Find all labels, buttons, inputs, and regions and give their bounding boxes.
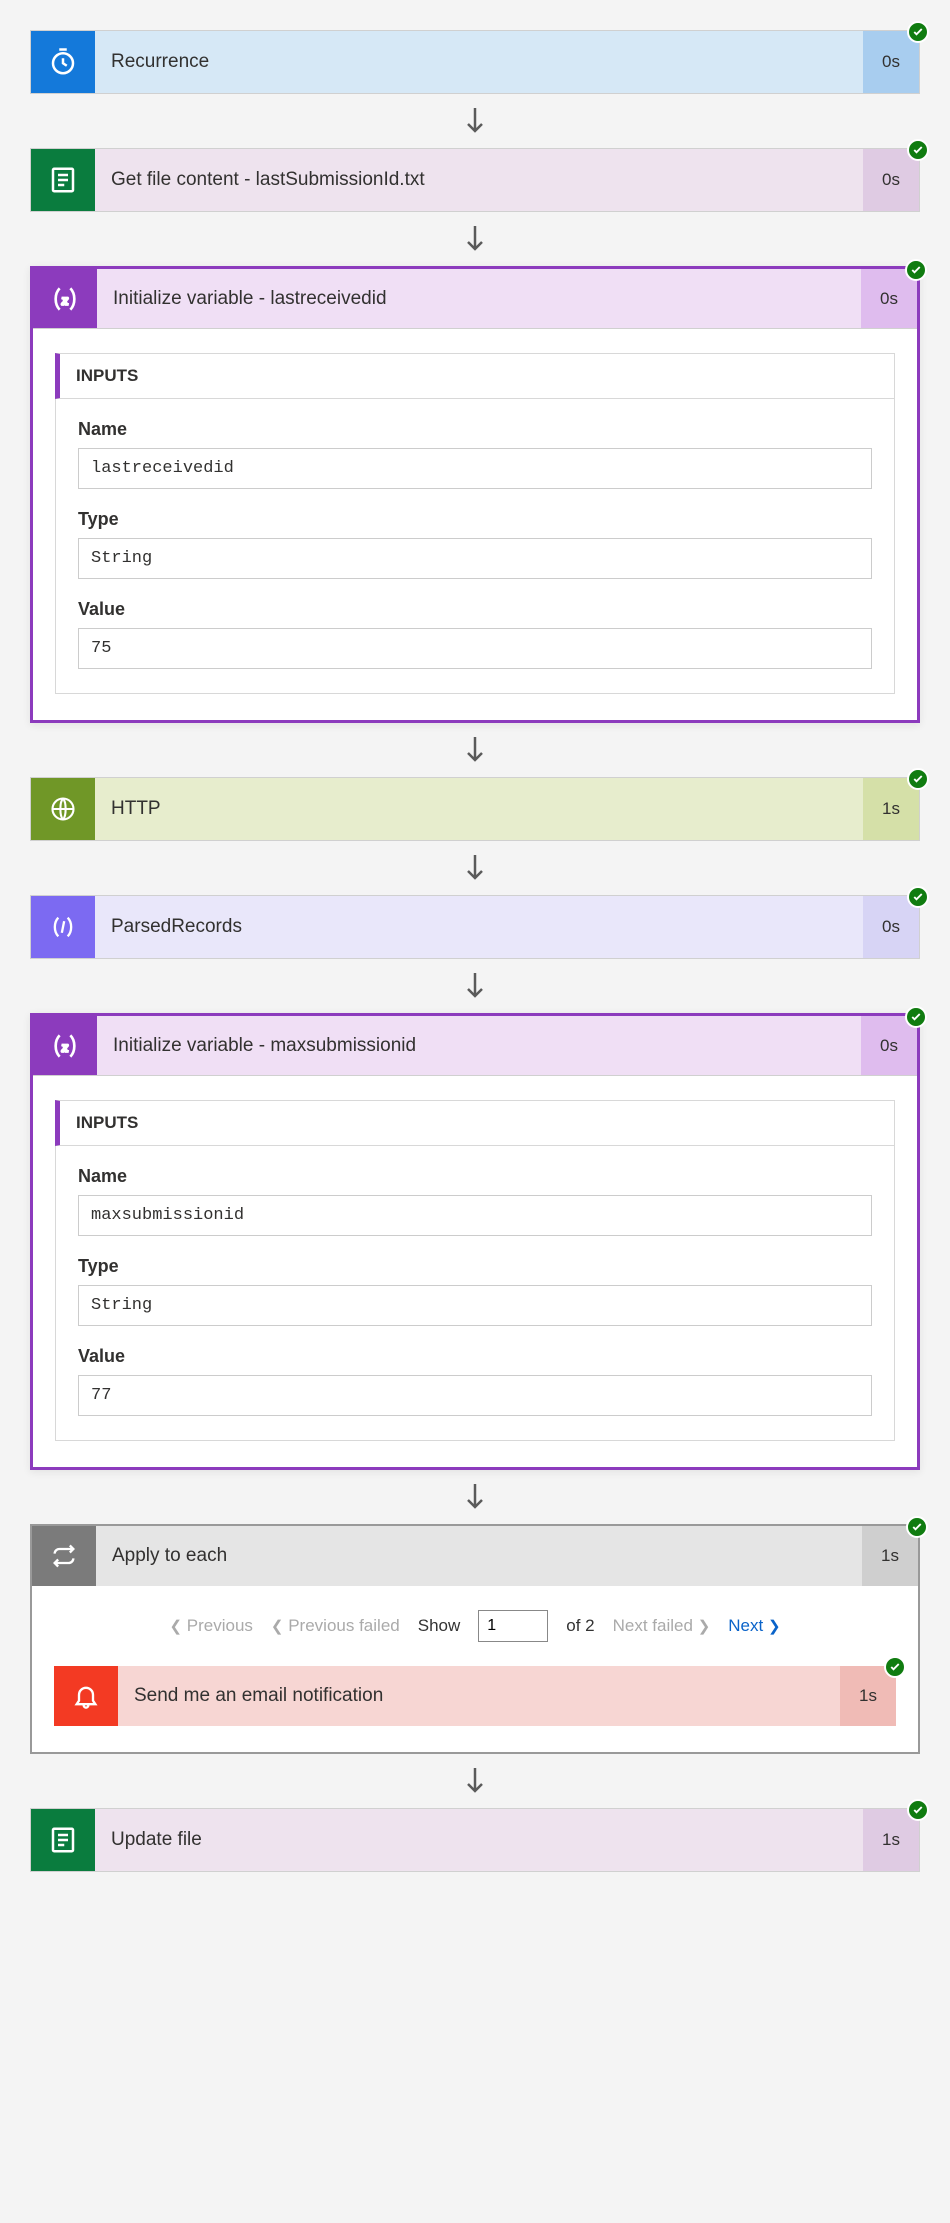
loop-icon [32, 1526, 96, 1586]
inputs-header: INPUTS [55, 353, 895, 399]
step-title: Initialize variable - lastreceivedid [97, 269, 861, 328]
pager-next-failed[interactable]: Next failed ❯ [613, 1616, 711, 1636]
arrow-down-icon [30, 1470, 920, 1524]
step-recurrence[interactable]: Recurrence 0s [30, 30, 920, 94]
pager-show-label: Show [418, 1616, 461, 1636]
pager: ❮ Previous ❮ Previous failed Show of 2 N… [54, 1610, 896, 1642]
step-title: Get file content - lastSubmissionId.txt [95, 149, 863, 211]
step-send-email-notification[interactable]: Send me an email notification 1s [54, 1666, 896, 1726]
check-icon [907, 21, 929, 43]
svg-text:x: x [61, 292, 68, 307]
field-name-value: lastreceivedid [78, 448, 872, 489]
field-value-value: 77 [78, 1375, 872, 1416]
arrow-down-icon [30, 1754, 920, 1808]
check-icon [906, 1516, 928, 1538]
variable-icon: x [33, 269, 97, 328]
variable-icon: x [33, 1016, 97, 1075]
pager-of-label: of 2 [566, 1616, 594, 1636]
step-title: Recurrence [95, 31, 863, 93]
field-type-label: Type [78, 1256, 872, 1277]
arrow-down-icon [30, 841, 920, 895]
field-name-label: Name [78, 419, 872, 440]
step-initialize-variable-lastreceivedid[interactable]: x Initialize variable - lastreceivedid 0… [30, 266, 920, 723]
check-icon [907, 139, 929, 161]
step-title: Update file [95, 1809, 863, 1871]
step-title: Send me an email notification [118, 1666, 840, 1726]
code-icon [31, 896, 95, 958]
arrow-down-icon [30, 959, 920, 1013]
pager-previous[interactable]: ❮ Previous [169, 1616, 252, 1636]
arrow-down-icon [30, 212, 920, 266]
field-type-label: Type [78, 509, 872, 530]
pager-page-input[interactable] [478, 1610, 548, 1642]
svg-text:x: x [61, 1039, 68, 1054]
step-title: Apply to each [96, 1526, 862, 1586]
pager-next[interactable]: Next ❯ [728, 1616, 780, 1636]
step-parsed-records[interactable]: ParsedRecords 0s [30, 895, 920, 959]
field-value-label: Value [78, 1346, 872, 1367]
field-type-value: String [78, 538, 872, 579]
arrow-down-icon [30, 723, 920, 777]
arrow-down-icon [30, 94, 920, 148]
step-title: HTTP [95, 778, 863, 840]
check-icon [905, 1006, 927, 1028]
step-title: Initialize variable - maxsubmissionid [97, 1016, 861, 1075]
step-get-file-content[interactable]: Get file content - lastSubmissionId.txt … [30, 148, 920, 212]
field-name-label: Name [78, 1166, 872, 1187]
file-icon [31, 1809, 95, 1871]
field-type-value: String [78, 1285, 872, 1326]
field-value-value: 75 [78, 628, 872, 669]
step-http[interactable]: HTTP 1s [30, 777, 920, 841]
step-initialize-variable-maxsubmissionid[interactable]: x Initialize variable - maxsubmissionid … [30, 1013, 920, 1470]
globe-icon [31, 778, 95, 840]
field-name-value: maxsubmissionid [78, 1195, 872, 1236]
field-value-label: Value [78, 599, 872, 620]
step-update-file[interactable]: Update file 1s [30, 1808, 920, 1872]
check-icon [907, 886, 929, 908]
clock-icon [31, 31, 95, 93]
check-icon [907, 768, 929, 790]
check-icon [884, 1656, 906, 1678]
bell-icon [54, 1666, 118, 1726]
step-apply-to-each[interactable]: Apply to each 1s ❮ Previous ❮ Previous f… [30, 1524, 920, 1754]
inputs-header: INPUTS [55, 1100, 895, 1146]
pager-previous-failed[interactable]: ❮ Previous failed [271, 1616, 400, 1636]
check-icon [905, 259, 927, 281]
check-icon [907, 1799, 929, 1821]
step-title: ParsedRecords [95, 896, 863, 958]
file-icon [31, 149, 95, 211]
